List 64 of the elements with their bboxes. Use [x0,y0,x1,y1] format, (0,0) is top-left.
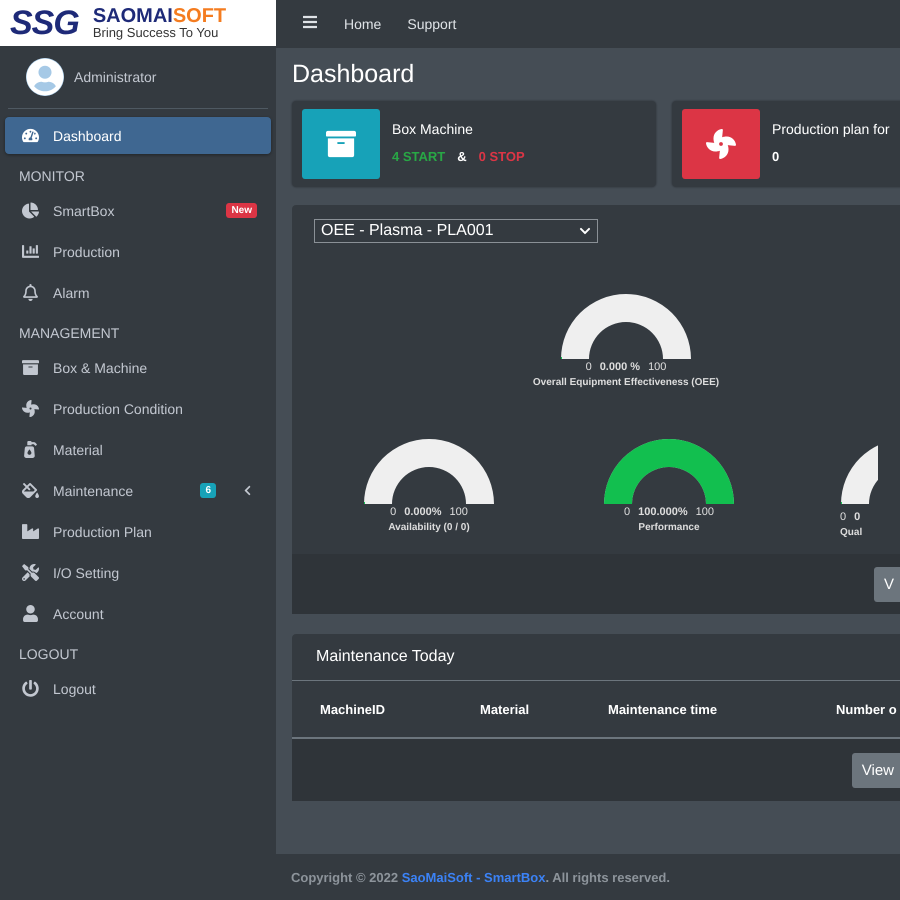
nav-link[interactable]: Home [344,16,382,32]
gauge-value: 0.000 % [600,361,640,373]
sidebar-item[interactable]: Production Plan [5,513,271,550]
fan-icon [19,400,41,417]
gauge-value: 0.000% [404,506,442,518]
sidebar-item[interactable]: Production Condition [5,390,271,427]
sidebar-item[interactable]: Alarm [5,274,271,311]
sidebar-item[interactable]: I/O Setting [5,554,271,591]
sidebar-heading: MANAGEMENT [18,324,120,343]
view-button[interactable]: V [874,566,900,602]
gauge-min: 0 [586,361,592,373]
column-header: Maintenance time [608,702,718,716]
gauge-value: 100.000% [638,506,688,518]
brand-name: SAOMAISOFT [92,6,226,26]
sidebar-item[interactable]: Production [5,233,271,270]
sidebar-item[interactable]: SmartBox New [5,192,271,229]
archive-box-icon [19,359,41,376]
dashboard-gauge-icon [19,127,41,144]
gauge-value: 0 [854,511,860,523]
user-name[interactable]: Administrator [74,69,156,85]
count-badge: 6 [200,483,216,498]
info-value: 0 [772,149,780,164]
factory-icon [19,523,41,540]
brand-tagline: Bring Success To You [92,26,218,40]
sidebar-heading: LOGOUT [18,645,80,664]
sidebar-item[interactable]: Logout [5,670,271,707]
gauge-max: 100 [648,361,666,373]
sidebar-item[interactable]: Maintenance 6 [5,472,271,509]
bar-chart-icon [19,243,41,260]
card-title: Maintenance Today [292,634,900,681]
column-header: Material [480,702,530,716]
logo-mark: SSG [10,6,79,40]
gauge-label: Qual [840,527,862,538]
count-badge: New [226,203,257,218]
copyright-text: Copyright © 2022 SaoMaiSoft - SmartBox. All rights reserved. [291,870,670,884]
gauge-min: 0 [390,506,396,518]
sidebar-heading: MONITOR [18,167,86,186]
sidebar-item[interactable]: Dashboard [5,117,271,154]
sidebar-item[interactable]: Box & Machine [5,349,271,386]
sidebar-item[interactable]: Account [5,595,271,632]
paint-bucket-icon [19,482,41,499]
gauge-label: Performance [638,522,700,533]
chevron-down-icon [579,225,591,237]
gauge-label: Overall Equipment Effectiveness (OEE) [532,377,720,388]
info-title: Box Machine [392,121,474,137]
avatar [26,58,64,96]
gauge-label: Availability (0 / 0) [388,522,470,533]
gauge-max: 100 [450,506,468,518]
sidebar-item[interactable]: Material [5,431,271,468]
pie-chart-icon [19,202,41,219]
column-header: MachineID [320,702,386,716]
page-title: Dashboard [292,60,416,89]
nav-link[interactable]: Support [407,16,456,32]
gauge-min: 0 [624,506,630,518]
info-value: & [457,149,467,164]
column-header: Number o [836,702,898,716]
tools-icon [19,564,41,581]
info-value: 4 START [392,149,446,164]
view-button[interactable]: View [852,752,900,788]
machine-select[interactable]: OEE - Plasma - PLA001 [314,219,598,243]
info-value: 0 STOP [478,149,525,164]
gauge-max: 100 [696,506,714,518]
gauge-min: 0 [840,511,846,523]
info-title: Production plan for [772,121,890,137]
